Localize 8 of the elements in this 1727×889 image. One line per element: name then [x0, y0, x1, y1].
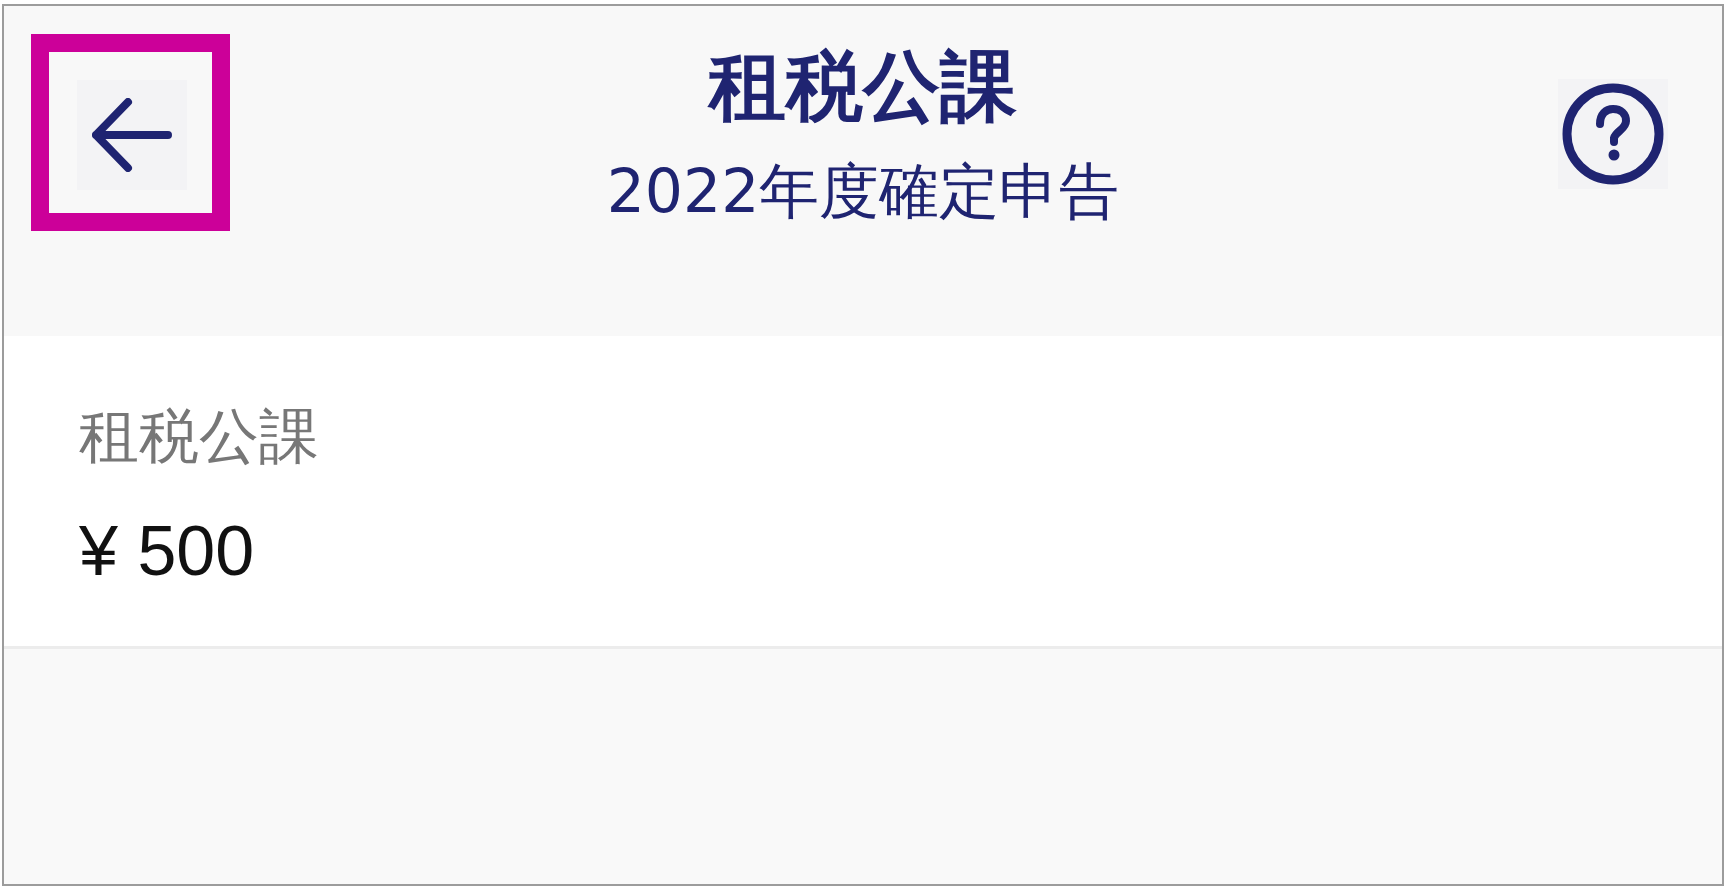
help-icon [1562, 83, 1664, 185]
field-label: 租税公課 [79, 401, 320, 471]
page-subtitle: 2022年度確定申告 [606, 156, 1120, 226]
back-arrow-icon [92, 98, 172, 172]
help-button[interactable] [1558, 79, 1668, 189]
back-button[interactable] [77, 80, 187, 190]
page-title: 租税公課 [709, 43, 1017, 131]
amount-value: ¥ 500 [79, 511, 256, 591]
